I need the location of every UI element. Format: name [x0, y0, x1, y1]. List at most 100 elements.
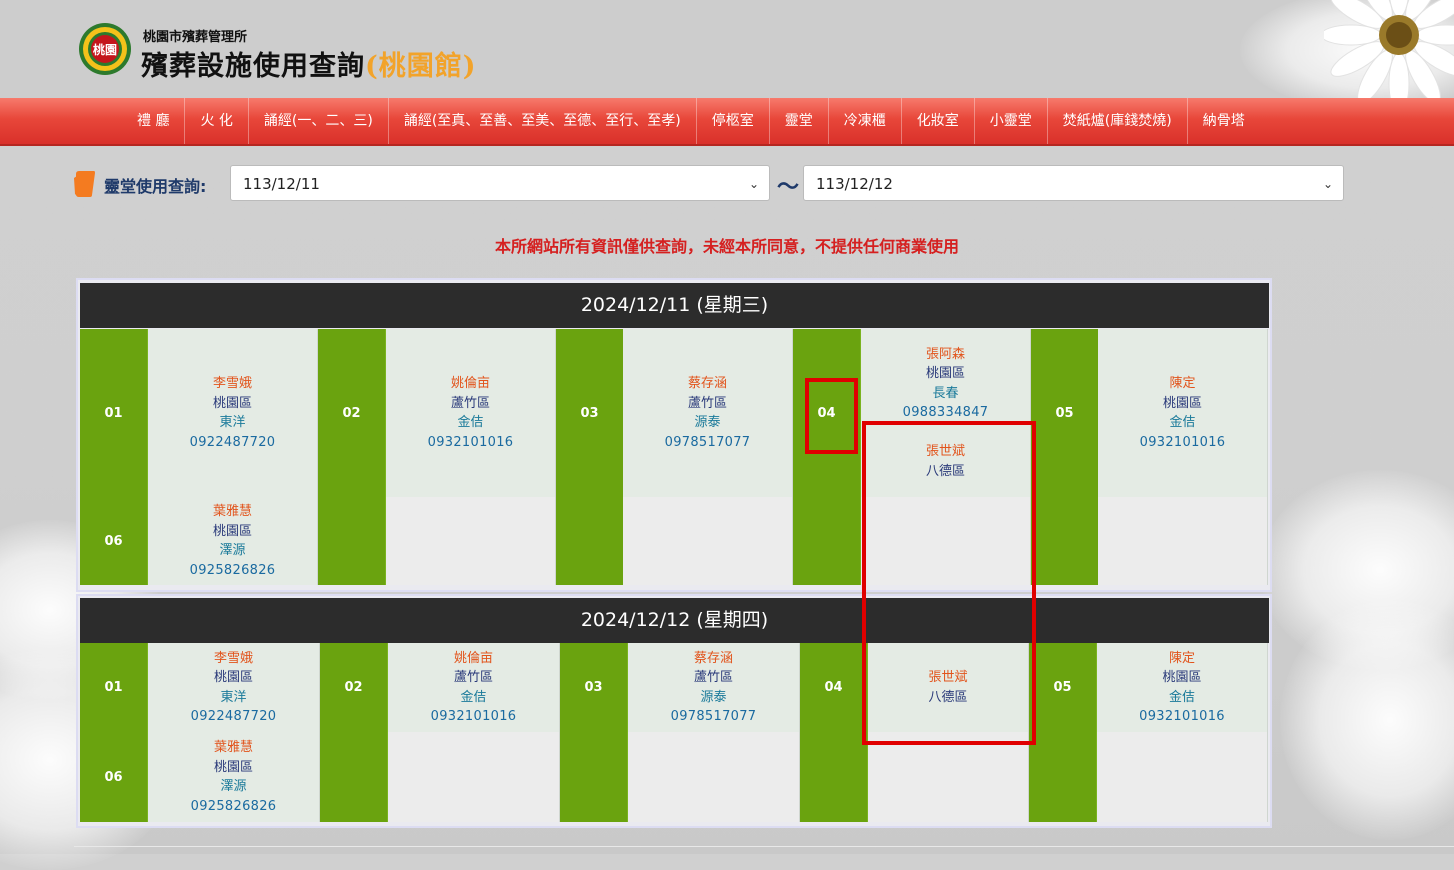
- slot-info-empty: [623, 497, 793, 585]
- nav-item-3[interactable]: 誦經(至真、至善、至美、至德、至行、至孝): [387, 98, 696, 144]
- phone-number: 0922487720: [189, 434, 276, 450]
- funeral-company: 金佶: [460, 689, 487, 705]
- nav-item-6[interactable]: 冷凍櫃: [827, 98, 901, 144]
- phone-number: 0922487720: [190, 709, 277, 724]
- slot-info: 姚倫亩蘆竹區金佶 0932101016: [388, 643, 560, 732]
- date-from-select[interactable]: 113/12/11 ⌄: [230, 165, 770, 201]
- deceased-name: 姚倫亩: [450, 376, 490, 391]
- chevron-down-icon: ⌄: [748, 177, 759, 191]
- funeral-company: 源泰: [700, 689, 727, 705]
- district: 蘆竹區: [693, 670, 733, 685]
- slot-info: 葉雅慧 桃園區 澤源 0925826826: [148, 732, 320, 822]
- phone-number: 0978517077: [664, 434, 751, 450]
- query-label: 靈堂使用查詢:: [104, 177, 207, 196]
- funeral-company: 東洋: [219, 415, 246, 430]
- slot-number: 05: [1029, 643, 1097, 732]
- nav-item-2[interactable]: 誦經(一、二、三): [247, 98, 388, 144]
- slot-info-empty: [386, 497, 556, 585]
- slot-info-empty: [868, 732, 1029, 822]
- slot-number: 05: [1031, 329, 1099, 497]
- tag-icon: [74, 171, 95, 197]
- phone-number: 0932101016: [430, 709, 517, 724]
- district: 桃園區: [212, 523, 252, 539]
- taoyuan-city-logo-icon: 桃園: [79, 23, 131, 75]
- district: 蘆竹區: [450, 395, 490, 411]
- district: 桃園區: [925, 366, 965, 382]
- slot-number: 01: [80, 329, 148, 497]
- deceased-name: 葉雅慧: [213, 740, 253, 755]
- query-bar: 靈堂使用查詢: 113/12/11 ⌄ ～ 113/12/12 ⌄: [74, 165, 1354, 203]
- nav-item-10[interactable]: 納骨塔: [1186, 98, 1260, 144]
- slot-info: 蔡存涵蘆竹區源泰 0978517077: [628, 643, 800, 732]
- range-separator: ～: [777, 175, 800, 200]
- slot-info: 葉雅慧 桃園區 澤源 0925826826: [148, 497, 318, 585]
- nav-items: 禮 廳火 化誦經(一、二、三) 誦經(至真、至善、至美、至德、至行、至孝) 停柩室靈…: [122, 98, 1260, 144]
- funeral-company: 澤源: [219, 543, 246, 558]
- divider: [74, 846, 1454, 847]
- page-title: 殯葬設施使用查詢(桃園館): [141, 44, 477, 83]
- day-header: 2024/12/11 (星期三): [80, 283, 1269, 328]
- slot-info-empty: [1097, 732, 1268, 822]
- district: 蘆竹區: [453, 670, 493, 685]
- slot-number: [1031, 497, 1099, 585]
- phone-number: 0932101016: [427, 434, 514, 450]
- deceased-name: 陳定: [1168, 650, 1195, 666]
- title-branch: (桃園館): [365, 51, 477, 82]
- district: 桃園區: [213, 759, 253, 775]
- slot-info-empty: [388, 732, 560, 822]
- slot-number: 03: [560, 643, 628, 732]
- slot-number: 01: [80, 643, 148, 732]
- slot-info-empty: [1098, 497, 1268, 585]
- nav-item-5[interactable]: 靈堂: [768, 98, 828, 144]
- phone-number: 0978517077: [670, 709, 757, 724]
- nav-item-1[interactable]: 火 化: [184, 98, 247, 144]
- title-main: 殯葬設施使用查詢: [141, 51, 365, 82]
- nav-item-9[interactable]: 焚紙爐(庫錢焚燒): [1046, 98, 1187, 144]
- deceased-name: 李雪娥: [213, 650, 253, 666]
- nav-item-8[interactable]: 小靈堂: [973, 98, 1047, 144]
- deceased-name: 姚倫亩: [453, 650, 493, 666]
- nav-item-4[interactable]: 停柩室: [695, 98, 769, 144]
- slot-info: 姚倫亩蘆竹區金佶 0932101016: [386, 329, 556, 497]
- slot-number: [318, 497, 386, 585]
- slot-info: 蔡存涵 蘆竹區 源泰 0978517077: [623, 329, 793, 497]
- slot-number: [1029, 732, 1097, 822]
- slot-info: 陳定 桃園區 金佶 0932101016: [1098, 329, 1268, 497]
- date-to-value: 113/12/12: [816, 175, 893, 193]
- main-nav: 禮 廳火 化誦經(一、二、三) 誦經(至真、至善、至美、至德、至行、至孝) 停柩室靈…: [0, 98, 1454, 146]
- usage-notice: 本所網站所有資訊僅供查詢，未經本所同意，不提供任何商業使用: [494, 237, 959, 256]
- organization-name: 桃園市殯葬管理所: [143, 30, 248, 45]
- slot-number: 03: [556, 329, 624, 497]
- site-header: 桃園 桃園市殯葬管理所 殯葬設施使用查詢(桃園館): [0, 0, 1454, 98]
- funeral-company: 東洋: [220, 689, 247, 705]
- district: 桃園區: [212, 395, 252, 411]
- deceased-name: 張阿森: [925, 346, 965, 362]
- phone-number: 0988334847: [902, 405, 989, 421]
- slot-number: 06: [80, 497, 148, 585]
- deceased-name: 蔡存涵: [693, 650, 733, 666]
- funeral-company: 金佶: [457, 415, 484, 430]
- slot-number: [560, 732, 628, 822]
- deceased-name: 陳定: [1169, 376, 1196, 391]
- phone-number: 0925826826: [189, 562, 276, 578]
- chevron-down-icon: ⌄: [1322, 177, 1333, 191]
- phone-number: 0932101016: [1139, 709, 1225, 724]
- nav-item-0[interactable]: 禮 廳: [122, 98, 184, 144]
- deceased-name: 蔡存涵: [687, 376, 727, 391]
- slot-info: 李雪娥桃園區東洋 0922487720: [148, 329, 318, 497]
- funeral-company: 源泰: [694, 415, 721, 430]
- date-to-select[interactable]: 113/12/12 ⌄: [803, 165, 1344, 201]
- slot-number: 06: [80, 732, 148, 822]
- day-header: 2024/12/12 (星期四): [80, 598, 1269, 643]
- slot-number: [320, 732, 388, 822]
- district: 桃園區: [1162, 395, 1202, 411]
- deceased-name: 李雪娥: [212, 376, 252, 391]
- highlight-box-slot-04: [805, 378, 858, 454]
- highlight-box-column-04: [862, 421, 1036, 745]
- daisy-decoration-icon: [1324, 0, 1454, 98]
- phone-number: 0932101016: [1139, 434, 1226, 450]
- funeral-company: 金佶: [1168, 689, 1195, 705]
- nav-item-7[interactable]: 化妝室: [900, 98, 974, 144]
- slot-number: 04: [800, 643, 868, 732]
- district: 桃園區: [1162, 670, 1202, 685]
